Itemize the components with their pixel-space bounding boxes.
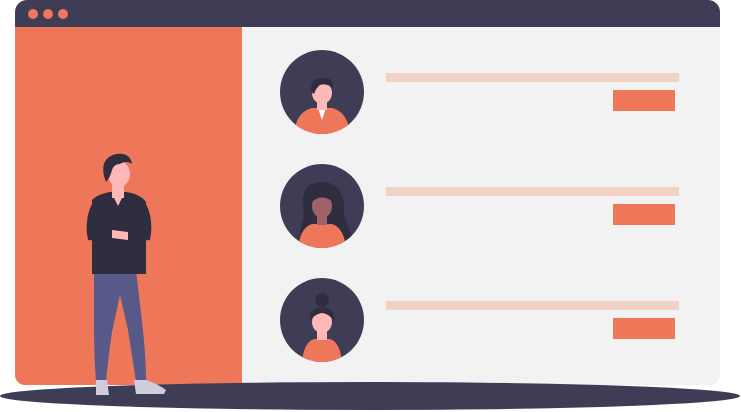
list-item-action-button[interactable] — [613, 90, 675, 111]
maximize-dot-icon[interactable] — [58, 9, 68, 19]
close-dot-icon[interactable] — [28, 9, 38, 19]
woman-bun-hair-avatar-icon[interactable] — [280, 278, 364, 362]
man-short-hair-avatar-icon[interactable] — [280, 50, 364, 134]
standing-man-arms-crossed-icon — [86, 153, 166, 395]
list-item — [242, 278, 720, 368]
list-item — [242, 164, 720, 254]
list-item-text-line — [386, 73, 679, 82]
woman-long-hair-avatar-icon[interactable] — [280, 164, 364, 248]
user-list-panel — [242, 27, 720, 385]
list-item-text-line — [386, 187, 679, 196]
list-item-action-button[interactable] — [613, 318, 675, 339]
list-item-text-line — [386, 301, 679, 310]
window-titlebar — [15, 0, 720, 27]
list-item — [242, 50, 720, 140]
minimize-dot-icon[interactable] — [43, 9, 53, 19]
list-item-action-button[interactable] — [613, 204, 675, 225]
